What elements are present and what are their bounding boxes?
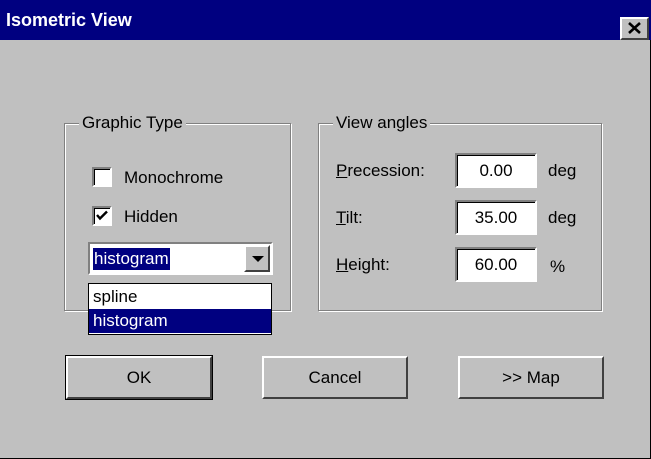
height-label: Height: [336,255,390,274]
view-angles-legend: View angles [333,113,431,133]
ok-button[interactable]: OK [65,355,213,400]
tilt-input[interactable]: 35.00 [455,200,537,235]
graphic-type-combobox[interactable]: histogram [88,242,273,275]
graphic-type-legend: Graphic Type [79,113,186,133]
close-button[interactable] [620,17,649,40]
monochrome-checkbox[interactable] [92,167,112,187]
title-bar[interactable]: Isometric View [0,0,651,40]
hidden-label[interactable]: Hidden [124,206,178,228]
monochrome-label[interactable]: Monochrome [124,167,223,189]
graphic-type-dropdown-list: spline histogram [88,283,272,335]
tilt-label: Tilt: [336,208,363,227]
precession-unit: deg [548,161,577,180]
combobox-value: histogram [93,248,170,270]
height-input[interactable]: 60.00 [455,247,537,282]
height-unit: % [550,257,566,276]
tilt-unit: deg [548,208,577,227]
list-item-spline[interactable]: spline [89,285,271,309]
window-title: Isometric View [6,10,132,30]
list-item-histogram[interactable]: histogram [89,309,271,333]
cancel-button[interactable]: Cancel [262,356,408,399]
dropdown-arrow-icon [252,256,264,262]
close-icon [628,22,641,34]
checkmark-icon [96,210,108,221]
isometric-view-dialog: Isometric View Graphic Type Monochrome H… [0,0,651,459]
map-button[interactable]: >> Map [458,356,604,399]
precession-input[interactable]: 0.00 [455,153,537,188]
combobox-dropdown-button[interactable] [244,245,270,272]
hidden-checkbox[interactable] [92,206,112,226]
precession-label: Precession: [336,161,425,180]
